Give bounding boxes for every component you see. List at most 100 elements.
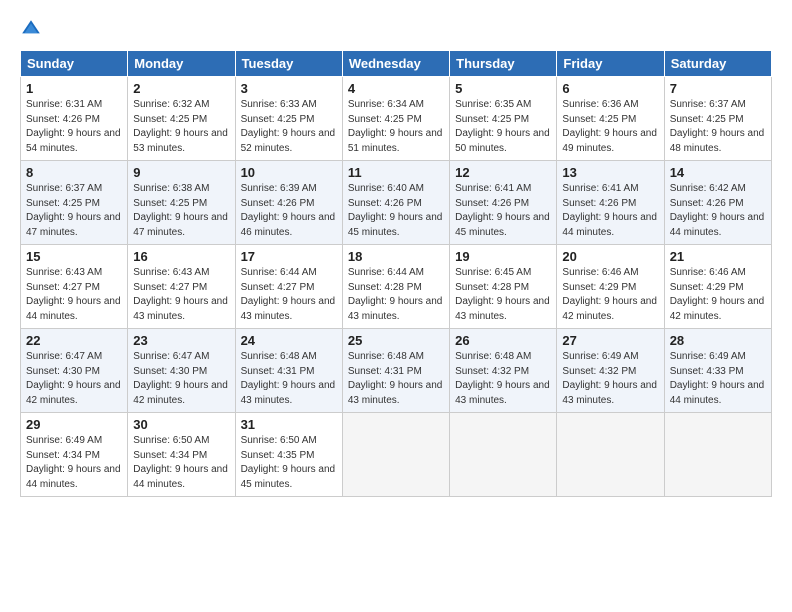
day-number: 17	[241, 249, 337, 264]
day-cell: 10Sunrise: 6:39 AMSunset: 4:26 PMDayligh…	[235, 161, 342, 245]
week-row-4: 22 Sunrise: 6:47 AMSunset: 4:30 PMDayligh…	[21, 329, 772, 413]
day-cell	[664, 413, 771, 497]
day-number: 9	[133, 165, 229, 180]
weekday-header-friday: Friday	[557, 51, 664, 77]
weekday-header-monday: Monday	[128, 51, 235, 77]
day-cell: 18 Sunrise: 6:44 AMSunset: 4:28 PMDayligh…	[342, 245, 449, 329]
day-cell	[557, 413, 664, 497]
day-info: Sunrise: 6:44 AMSunset: 4:27 PMDaylight:…	[241, 266, 337, 324]
day-number: 28	[670, 333, 766, 348]
day-cell: 28 Sunrise: 6:49 AMSunset: 4:33 PMDayligh…	[664, 329, 771, 413]
day-cell: 31 Sunrise: 6:50 AMSunset: 4:35 PMDayligh…	[235, 413, 342, 497]
day-number: 18	[348, 249, 444, 264]
day-number: 11	[348, 165, 444, 180]
day-number: 8	[26, 165, 122, 180]
day-cell: 13 Sunrise: 6:41 AMSunset: 4:26 PMDayligh…	[557, 161, 664, 245]
day-number: 19	[455, 249, 551, 264]
day-cell: 24 Sunrise: 6:48 AMSunset: 4:31 PMDayligh…	[235, 329, 342, 413]
day-info: Sunrise: 6:41 AMSunset: 4:26 PMDaylight:…	[562, 182, 658, 240]
day-number: 29	[26, 417, 122, 432]
day-info: Sunrise: 6:45 AMSunset: 4:28 PMDaylight:…	[455, 266, 551, 324]
day-number: 26	[455, 333, 551, 348]
page: SundayMondayTuesdayWednesdayThursdayFrid…	[0, 0, 792, 612]
day-cell	[450, 413, 557, 497]
day-cell: 19 Sunrise: 6:45 AMSunset: 4:28 PMDayligh…	[450, 245, 557, 329]
logo-icon	[20, 18, 42, 40]
day-info: Sunrise: 6:49 AMSunset: 4:32 PMDaylight:…	[562, 350, 658, 408]
logo	[20, 18, 46, 40]
day-number: 24	[241, 333, 337, 348]
day-cell: 7 Sunrise: 6:37 AMSunset: 4:25 PMDaylight…	[664, 77, 771, 161]
day-cell: 2Sunrise: 6:32 AMSunset: 4:25 PMDaylight…	[128, 77, 235, 161]
day-number: 16	[133, 249, 229, 264]
week-row-2: 8 Sunrise: 6:37 AMSunset: 4:25 PMDaylight…	[21, 161, 772, 245]
day-info: Sunrise: 6:49 AMSunset: 4:34 PMDaylight:…	[26, 434, 122, 492]
day-info: Sunrise: 6:50 AMSunset: 4:35 PMDaylight:…	[241, 434, 337, 492]
day-info: Sunrise: 6:47 AMSunset: 4:30 PMDaylight:…	[26, 350, 122, 408]
day-info: Sunrise: 6:32 AMSunset: 4:25 PMDaylight:…	[133, 98, 229, 156]
day-cell: 22 Sunrise: 6:47 AMSunset: 4:30 PMDayligh…	[21, 329, 128, 413]
day-cell: 5 Sunrise: 6:35 AMSunset: 4:25 PMDaylight…	[450, 77, 557, 161]
day-number: 20	[562, 249, 658, 264]
day-info: Sunrise: 6:43 AMSunset: 4:27 PMDaylight:…	[133, 266, 229, 324]
day-cell: 6Sunrise: 6:36 AMSunset: 4:25 PMDaylight…	[557, 77, 664, 161]
day-info: Sunrise: 6:44 AMSunset: 4:28 PMDaylight:…	[348, 266, 444, 324]
day-cell	[342, 413, 449, 497]
day-number: 25	[348, 333, 444, 348]
day-cell: 26 Sunrise: 6:48 AMSunset: 4:32 PMDayligh…	[450, 329, 557, 413]
day-info: Sunrise: 6:48 AMSunset: 4:31 PMDaylight:…	[348, 350, 444, 408]
day-info: Sunrise: 6:36 AMSunset: 4:25 PMDaylight:…	[562, 98, 658, 156]
day-info: Sunrise: 6:48 AMSunset: 4:32 PMDaylight:…	[455, 350, 551, 408]
day-cell: 4 Sunrise: 6:34 AMSunset: 4:25 PMDaylight…	[342, 77, 449, 161]
day-info: Sunrise: 6:46 AMSunset: 4:29 PMDaylight:…	[670, 266, 766, 324]
weekday-header-wednesday: Wednesday	[342, 51, 449, 77]
day-cell: 20 Sunrise: 6:46 AMSunset: 4:29 PMDayligh…	[557, 245, 664, 329]
header	[20, 18, 772, 40]
day-info: Sunrise: 6:37 AMSunset: 4:25 PMDaylight:…	[26, 182, 122, 240]
weekday-header-row: SundayMondayTuesdayWednesdayThursdayFrid…	[21, 51, 772, 77]
day-cell: 3 Sunrise: 6:33 AMSunset: 4:25 PMDaylight…	[235, 77, 342, 161]
day-number: 13	[562, 165, 658, 180]
day-info: Sunrise: 6:33 AMSunset: 4:25 PMDaylight:…	[241, 98, 337, 156]
day-info: Sunrise: 6:49 AMSunset: 4:33 PMDaylight:…	[670, 350, 766, 408]
week-row-3: 15 Sunrise: 6:43 AMSunset: 4:27 PMDayligh…	[21, 245, 772, 329]
day-number: 7	[670, 81, 766, 96]
day-cell: 21Sunrise: 6:46 AMSunset: 4:29 PMDayligh…	[664, 245, 771, 329]
day-number: 22	[26, 333, 122, 348]
day-number: 3	[241, 81, 337, 96]
day-cell: 17 Sunrise: 6:44 AMSunset: 4:27 PMDayligh…	[235, 245, 342, 329]
day-info: Sunrise: 6:48 AMSunset: 4:31 PMDaylight:…	[241, 350, 337, 408]
day-info: Sunrise: 6:34 AMSunset: 4:25 PMDaylight:…	[348, 98, 444, 156]
day-cell: 11 Sunrise: 6:40 AMSunset: 4:26 PMDayligh…	[342, 161, 449, 245]
day-cell: 1 Sunrise: 6:31 AMSunset: 4:26 PMDaylight…	[21, 77, 128, 161]
week-row-1: 1 Sunrise: 6:31 AMSunset: 4:26 PMDaylight…	[21, 77, 772, 161]
day-info: Sunrise: 6:50 AMSunset: 4:34 PMDaylight:…	[133, 434, 229, 492]
weekday-header-sunday: Sunday	[21, 51, 128, 77]
weekday-header-saturday: Saturday	[664, 51, 771, 77]
day-number: 23	[133, 333, 229, 348]
day-cell: 15 Sunrise: 6:43 AMSunset: 4:27 PMDayligh…	[21, 245, 128, 329]
day-info: Sunrise: 6:47 AMSunset: 4:30 PMDaylight:…	[133, 350, 229, 408]
day-number: 31	[241, 417, 337, 432]
day-cell: 14Sunrise: 6:42 AMSunset: 4:26 PMDayligh…	[664, 161, 771, 245]
weekday-header-tuesday: Tuesday	[235, 51, 342, 77]
day-number: 15	[26, 249, 122, 264]
day-number: 1	[26, 81, 122, 96]
day-info: Sunrise: 6:37 AMSunset: 4:25 PMDaylight:…	[670, 98, 766, 156]
day-info: Sunrise: 6:43 AMSunset: 4:27 PMDaylight:…	[26, 266, 122, 324]
day-cell: 25 Sunrise: 6:48 AMSunset: 4:31 PMDayligh…	[342, 329, 449, 413]
day-cell: 23 Sunrise: 6:47 AMSunset: 4:30 PMDayligh…	[128, 329, 235, 413]
day-number: 30	[133, 417, 229, 432]
day-cell: 12Sunrise: 6:41 AMSunset: 4:26 PMDayligh…	[450, 161, 557, 245]
day-number: 4	[348, 81, 444, 96]
day-info: Sunrise: 6:31 AMSunset: 4:26 PMDaylight:…	[26, 98, 122, 156]
day-info: Sunrise: 6:35 AMSunset: 4:25 PMDaylight:…	[455, 98, 551, 156]
day-info: Sunrise: 6:40 AMSunset: 4:26 PMDaylight:…	[348, 182, 444, 240]
day-cell: 29 Sunrise: 6:49 AMSunset: 4:34 PMDayligh…	[21, 413, 128, 497]
day-number: 5	[455, 81, 551, 96]
day-info: Sunrise: 6:39 AMSunset: 4:26 PMDaylight:…	[241, 182, 337, 240]
day-info: Sunrise: 6:46 AMSunset: 4:29 PMDaylight:…	[562, 266, 658, 324]
day-cell: 16 Sunrise: 6:43 AMSunset: 4:27 PMDayligh…	[128, 245, 235, 329]
day-number: 27	[562, 333, 658, 348]
day-info: Sunrise: 6:42 AMSunset: 4:26 PMDaylight:…	[670, 182, 766, 240]
